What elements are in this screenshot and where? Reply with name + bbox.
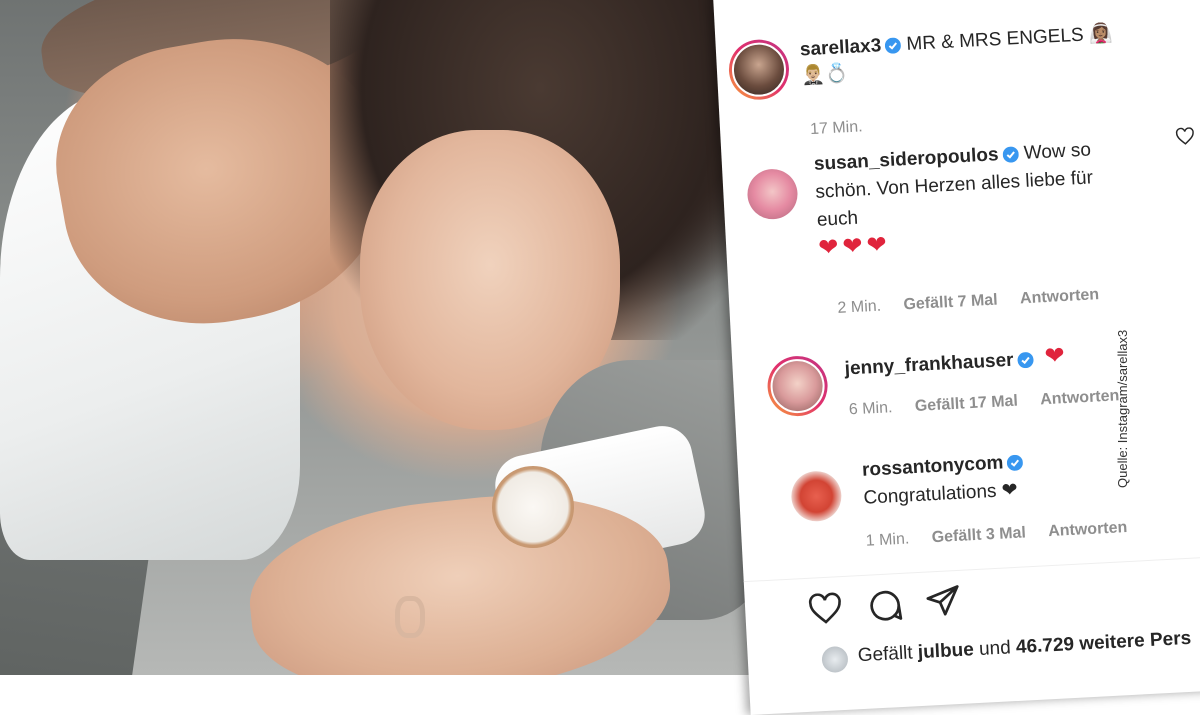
verified-badge-icon	[1002, 146, 1019, 163]
post-author-username[interactable]: sarellax3	[799, 35, 881, 60]
comment-1-time: 2 Min.	[837, 297, 882, 317]
comment-3-username[interactable]: rossantonycom	[862, 452, 1004, 480]
comment-3-text: Congratulations ❤	[862, 479, 1019, 509]
comment-1-like-icon[interactable]	[1175, 127, 1196, 146]
comment-3-reply[interactable]: Antworten	[1048, 519, 1128, 540]
heart-outline-icon[interactable]	[806, 592, 844, 626]
comment-avatar-ross[interactable]	[790, 469, 843, 523]
comment-3-time: 1 Min.	[865, 530, 910, 550]
comment-1-hearts: ❤❤❤	[817, 231, 892, 262]
verified-badge-icon	[1007, 454, 1024, 471]
caption-emoji: 🤵🏼‍♂️💍	[800, 62, 850, 87]
post-author-avatar[interactable]	[727, 38, 791, 102]
comment-2-reply[interactable]: Antworten	[1040, 387, 1120, 408]
paper-plane-icon[interactable]	[924, 582, 962, 620]
comment-1-text-3: euch	[816, 207, 859, 231]
comment-2-meta: 6 Min. Gefällt 17 Mal Antworten	[848, 386, 1137, 419]
liker-avatar[interactable]	[821, 645, 849, 674]
post-time: 17 Min.	[809, 118, 864, 139]
comment-avatar-jenny[interactable]	[766, 354, 830, 418]
post-caption: sarellax3 MR & MRS ENGELS 👰🏽‍♀️ 🤵🏼‍♂️💍	[799, 16, 1200, 90]
wedding-ring	[395, 596, 425, 638]
likes-prefix: Gefällt	[857, 642, 914, 667]
likes-first-user[interactable]: julbue	[917, 639, 974, 663]
likes-connector: und	[978, 637, 1012, 660]
comment-2-body: jenny_frankhauser ❤	[844, 336, 1185, 384]
caption-text: MR & MRS ENGELS 👰🏽‍♀️	[905, 23, 1114, 55]
verified-badge-icon	[1017, 352, 1034, 369]
comment-3-meta: 1 Min. Gefällt 3 Mal Antworten	[865, 518, 1145, 551]
comment-3-likes[interactable]: Gefällt 3 Mal	[931, 524, 1026, 546]
comment-1-body: susan_sideropoulos Wow so schön. Von Her…	[813, 134, 1139, 265]
comment-1-username[interactable]: susan_sideropoulos	[813, 144, 999, 175]
comment-2-username[interactable]: jenny_frankhauser	[844, 350, 1014, 380]
likes-count[interactable]: 46.729 weitere Pers	[1015, 628, 1191, 658]
likes-summary: Gefällt julbue und 46.729 weitere Pers	[857, 628, 1191, 667]
post-photo[interactable]	[0, 0, 760, 675]
comment-1-likes[interactable]: Gefällt 7 Mal	[903, 292, 998, 314]
watch	[492, 466, 574, 548]
comment-2-time: 6 Min.	[848, 399, 893, 419]
verified-badge-icon	[885, 37, 902, 54]
comment-2-text: ❤	[1043, 342, 1066, 371]
photo-source-credit: Quelle: Instagram/sarellax3	[1115, 329, 1130, 488]
comment-1-text-1: Wow so	[1023, 139, 1092, 164]
comment-1-reply[interactable]: Antworten	[1020, 286, 1100, 307]
comment-1-meta: 2 Min. Gefällt 7 Mal Antworten	[837, 285, 1117, 318]
comment-2-likes[interactable]: Gefällt 17 Mal	[914, 393, 1018, 415]
actions-divider	[743, 551, 1200, 583]
comment-3-body: rossantonycom Congratulations ❤	[861, 439, 1200, 513]
comment-bubble-icon[interactable]	[866, 587, 904, 625]
comment-avatar-susan[interactable]	[746, 167, 799, 221]
